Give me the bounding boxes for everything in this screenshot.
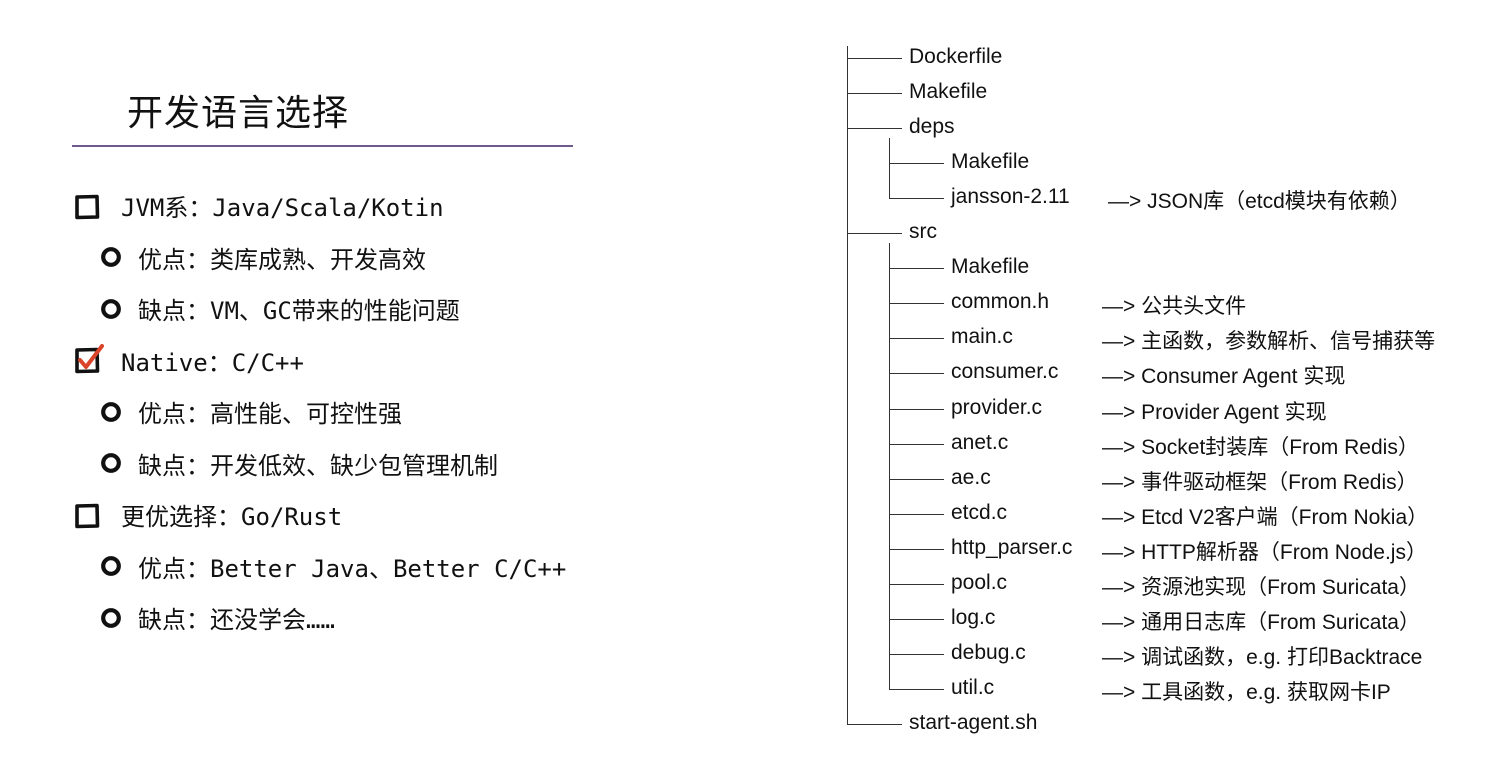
tree-node-note: —> Consumer Agent 实现 [1102, 365, 1346, 389]
sub-bullet-item: 优点：类库成熟、开发高效 [100, 240, 426, 275]
tree-connector [889, 653, 944, 655]
bullet-text: 优点：类库成熟、开发高效 [138, 245, 426, 274]
sub-bullet-item: 优点：Better Java、Better C/C++ [100, 549, 566, 584]
tree-connector [889, 303, 944, 305]
tree-node-name: Makefile [909, 80, 988, 104]
sub-bullet-item: 缺点：开发低效、缺少包管理机制 [100, 446, 498, 481]
tree-connector [889, 373, 944, 375]
title-underline [72, 145, 573, 147]
circle-bullet-icon [100, 607, 122, 629]
tree-connector [889, 688, 944, 690]
tree-node-note: —> 事件驱动框架（From Redis） [1102, 470, 1418, 494]
tree-node-name: common.h [951, 290, 1050, 314]
tree-node-name: ae.c [951, 465, 991, 489]
bullet-item: JVM系：Java/Scala/Kotin [74, 188, 444, 223]
bullet-text: JVM系：Java/Scala/Kotin [121, 194, 444, 222]
bullet-text: Native：C/C++ [121, 348, 304, 377]
square-checkbox-icon [74, 503, 100, 528]
tree-node-name: provider.c [951, 395, 1043, 419]
circle-bullet-icon [100, 246, 122, 268]
tree-connector [889, 548, 944, 550]
tree-node-note: —> 公共头文件 [1102, 295, 1247, 319]
tree-connector [889, 163, 944, 165]
tree-node-note: —> 主函数，参数解析、信号捕获等 [1102, 330, 1436, 354]
tree-connector [889, 268, 944, 270]
tree-connector [889, 618, 944, 620]
tree-node-name: Dockerfile [909, 45, 1003, 68]
tree-connector [889, 408, 944, 410]
tree-node-name: src [909, 220, 937, 244]
bullet-text: 更优选择：Go/Rust [121, 503, 343, 531]
tree-connector [847, 58, 902, 59]
tree-node-note: —> Etcd V2客户端（From Nokia） [1102, 505, 1429, 529]
tree-node-name: util.c [951, 675, 995, 699]
bullet-item: 更优选择：Go/Rust [74, 497, 342, 532]
tree-node-note: —> Provider Agent 实现 [1102, 400, 1327, 424]
tree-node-name: pool.c [951, 570, 1008, 594]
tree-connector [889, 198, 944, 200]
tree-root-line [847, 46, 848, 724]
tree-connector [847, 128, 902, 130]
tree-node-name: debug.c [951, 640, 1026, 664]
circle-bullet-icon [100, 452, 122, 474]
tree-branch-line [889, 243, 890, 689]
bullet-item: Native：C/C++ [74, 343, 304, 378]
bullet-text: 缺点：开发低效、缺少包管理机制 [138, 451, 498, 480]
tree-node-note: —> 工具函数，e.g. 获取网卡IP [1102, 680, 1391, 704]
tree-node-name: deps [909, 115, 955, 139]
slide-title: 开发语言选择 [127, 93, 350, 134]
tree-connector [889, 513, 944, 515]
tree-node-name: etcd.c [951, 500, 1008, 524]
tree-node-name: main.c [951, 325, 1013, 349]
sub-bullet-item: 优点：高性能、可控性强 [100, 394, 402, 429]
tree-node-note: —> 调试函数，e.g. 打印Backtrace [1102, 645, 1423, 669]
tree-node-note: —> HTTP解析器（From Node.js） [1102, 540, 1427, 564]
bullet-text: 缺点：还没学会…… [138, 606, 335, 634]
bullet-text: 缺点：VM、GC带来的性能问题 [138, 297, 460, 325]
tree-node-note: —> 资源池实现（From Suricata） [1102, 575, 1420, 599]
circle-bullet-icon [100, 401, 122, 423]
circle-bullet-icon [100, 555, 122, 577]
tree-node-note: —> 通用日志库（From Suricata） [1102, 610, 1420, 634]
tree-node-name: consumer.c [951, 360, 1059, 384]
tree-connector [889, 443, 944, 445]
tree-node-name: log.c [951, 605, 996, 629]
checked-checkbox-icon [74, 344, 104, 374]
tree-connector [889, 338, 944, 340]
tree-node-note: —> JSON库（etcd模块有依赖） [1108, 190, 1411, 214]
square-checkbox-icon [74, 194, 100, 219]
tree-connector [847, 233, 902, 235]
tree-node-name: Makefile [951, 150, 1030, 174]
tree-connector [889, 583, 944, 585]
sub-bullet-item: 缺点：还没学会…… [100, 600, 335, 635]
sub-bullet-item: 缺点：VM、GC带来的性能问题 [100, 291, 460, 326]
tree-connector [889, 478, 944, 480]
tree-node-name: start-agent.sh [909, 710, 1038, 734]
bullet-text: 优点：高性能、可控性强 [138, 400, 402, 428]
tree-node-name: http_parser.c [951, 535, 1073, 559]
circle-bullet-icon [100, 298, 122, 320]
tree-connector [847, 723, 902, 725]
tree-node-name: Makefile [951, 255, 1030, 279]
tree-node-name: anet.c [951, 430, 1009, 454]
tree-node-note: —> Socket封装库（From Redis） [1102, 435, 1419, 459]
bullet-text: 优点：Better Java、Better C/C++ [138, 554, 567, 583]
tree-node-name: jansson-2.11 [951, 185, 1070, 209]
tree-connector [847, 93, 902, 95]
tree-branch-line [889, 138, 890, 199]
